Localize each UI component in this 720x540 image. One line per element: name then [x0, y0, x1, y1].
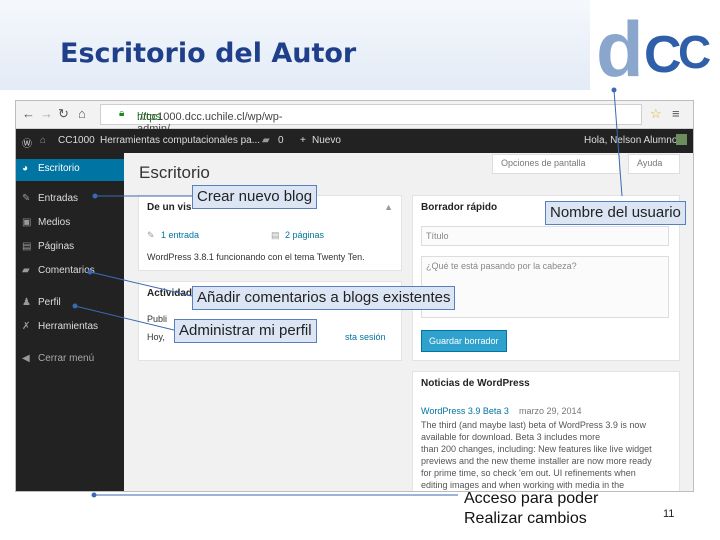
access-note-line1: Acceso para poder — [464, 490, 599, 507]
connector-lines — [72, 87, 623, 498]
page-number: 11 — [663, 508, 675, 520]
connector-comments — [89, 271, 193, 297]
connector-user-name — [613, 89, 623, 197]
access-note-line2: Realizar cambios — [464, 510, 587, 527]
callout-profile: Administrar mi perfil — [174, 319, 317, 343]
access-note: Acceso para poder Realizar cambios — [464, 489, 598, 529]
callout-comments: Añadir comentarios a blogs existentes — [192, 286, 456, 310]
callout-user-name: Nombre del usuario — [545, 201, 686, 225]
connector-profile — [74, 305, 179, 332]
callout-new-blog: Crear nuevo blog — [192, 185, 318, 209]
